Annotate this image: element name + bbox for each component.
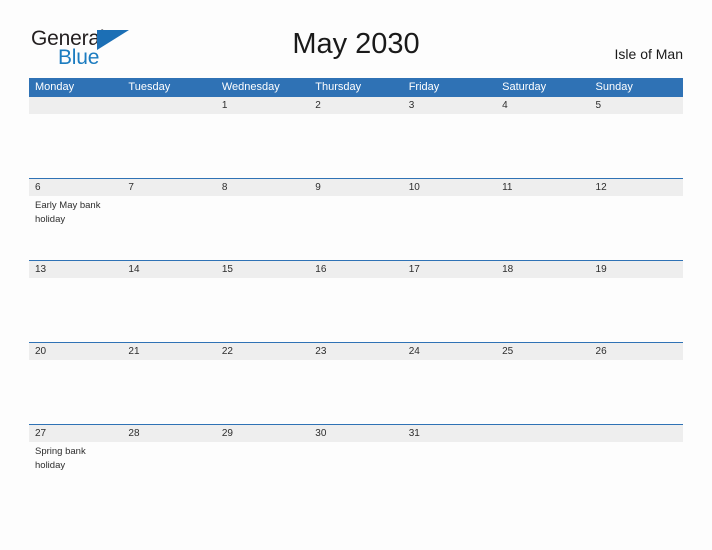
calendar-week-row: 6 Early May bank holiday 7 8 9 10 11 12 xyxy=(29,178,683,260)
calendar-day-cell[interactable]: 4 xyxy=(496,97,589,178)
calendar-day-cell[interactable]: 15 xyxy=(216,261,309,342)
day-number: 12 xyxy=(595,182,607,193)
day-number: 7 xyxy=(128,182,134,193)
calendar-day-cell[interactable]: 12 xyxy=(590,179,683,260)
page-title: May 2030 xyxy=(292,28,420,60)
day-number: 16 xyxy=(315,264,327,275)
day-number: 2 xyxy=(315,100,321,111)
day-number: 15 xyxy=(221,264,233,275)
calendar-day-cell-empty xyxy=(29,97,122,178)
day-number: 3 xyxy=(408,100,415,111)
day-number: 6 xyxy=(35,182,41,193)
calendar-day-cell[interactable]: 5 xyxy=(590,97,683,178)
calendar-day-cell[interactable]: 20 xyxy=(29,343,122,424)
weekday-header-thursday: Thursday xyxy=(315,81,362,93)
day-number: 1 xyxy=(221,100,228,111)
day-number: 31 xyxy=(408,428,420,439)
calendar-day-cell[interactable]: 19 xyxy=(590,261,683,342)
calendar-day-cell[interactable]: 27 Spring bank holiday xyxy=(29,425,122,506)
day-number: 26 xyxy=(595,346,607,357)
calendar-day-cell[interactable]: 24 xyxy=(403,343,496,424)
day-number: 17 xyxy=(408,264,420,275)
day-number: 14 xyxy=(128,264,140,275)
calendar-day-cell-empty xyxy=(590,425,683,506)
day-number: 18 xyxy=(502,264,514,275)
day-number: 20 xyxy=(35,346,47,357)
weekday-header-saturday: Saturday xyxy=(502,81,547,93)
day-number: 8 xyxy=(221,182,228,193)
calendar-day-cell-empty xyxy=(122,97,215,178)
calendar-day-cell[interactable]: 17 xyxy=(403,261,496,342)
calendar-page: General Blue May 2030 Isle of Man Monday… xyxy=(0,0,712,550)
location-label: Isle of Man xyxy=(614,46,683,62)
calendar-day-cell[interactable]: 28 xyxy=(122,425,215,506)
weekday-header-friday: Friday xyxy=(408,81,440,93)
calendar-day-cell[interactable]: 14 xyxy=(122,261,215,342)
day-number: 21 xyxy=(128,346,140,357)
calendar-day-cell[interactable]: 3 xyxy=(403,97,496,178)
weekday-header-row: Monday Tuesday Wednesday Thursday Friday… xyxy=(29,78,683,97)
calendar-day-cell[interactable]: 31 xyxy=(403,425,496,506)
calendar-day-cell[interactable]: 10 xyxy=(403,179,496,260)
calendar-week-row: 20 21 22 23 24 25 26 xyxy=(29,342,683,424)
calendar-week-row: 1 2 3 4 5 xyxy=(29,97,683,178)
calendar-day-cell[interactable]: 7 xyxy=(122,179,215,260)
calendar-day-cell[interactable]: 16 xyxy=(309,261,402,342)
day-number: 5 xyxy=(595,100,602,111)
calendar-day-cell[interactable]: 25 xyxy=(496,343,589,424)
holiday-event-label: Early May bank holiday xyxy=(35,200,101,225)
page-header: General Blue May 2030 Isle of Man xyxy=(0,0,712,68)
calendar-day-cell[interactable]: 6 Early May bank holiday xyxy=(29,179,122,260)
calendar-day-cell[interactable]: 26 xyxy=(590,343,683,424)
calendar-day-cell[interactable]: 18 xyxy=(496,261,589,342)
calendar-week-row: 27 Spring bank holiday 28 29 30 31 xyxy=(29,424,683,506)
day-number: 30 xyxy=(315,428,327,439)
weekday-header-sunday: Sunday xyxy=(595,81,633,93)
weekday-header-wednesday: Wednesday xyxy=(221,81,280,93)
day-number: 11 xyxy=(502,182,513,193)
day-events: Early May bank holiday xyxy=(35,196,117,226)
day-number: 22 xyxy=(221,346,233,357)
day-number: 29 xyxy=(221,428,233,439)
month-calendar-grid: Monday Tuesday Wednesday Thursday Friday… xyxy=(29,78,683,506)
day-number: 9 xyxy=(315,182,321,193)
day-number: 13 xyxy=(35,264,47,275)
calendar-day-cell-empty xyxy=(496,425,589,506)
calendar-day-cell[interactable]: 21 xyxy=(122,343,215,424)
calendar-day-cell[interactable]: 22 xyxy=(216,343,309,424)
day-number: 4 xyxy=(502,100,508,111)
day-number: 25 xyxy=(502,346,514,357)
weekday-header-tuesday: Tuesday xyxy=(128,81,171,93)
calendar-day-cell[interactable]: 9 xyxy=(309,179,402,260)
day-number: 24 xyxy=(408,346,420,357)
calendar-day-cell[interactable]: 23 xyxy=(309,343,402,424)
calendar-day-cell[interactable]: 8 xyxy=(216,179,309,260)
calendar-day-cell[interactable]: 1 xyxy=(216,97,309,178)
holiday-event-label: Spring bank holiday xyxy=(35,446,86,471)
calendar-day-cell[interactable]: 30 xyxy=(309,425,402,506)
day-number: 19 xyxy=(595,264,607,275)
calendar-week-row: 13 14 15 16 17 18 19 xyxy=(29,260,683,342)
calendar-day-cell[interactable]: 13 xyxy=(29,261,122,342)
calendar-day-cell[interactable]: 11 xyxy=(496,179,589,260)
day-number: 27 xyxy=(35,428,47,439)
weekday-header-monday: Monday xyxy=(35,81,75,93)
day-events: Spring bank holiday xyxy=(35,442,117,472)
calendar-weeks: 1 2 3 4 5 6 Early May bank holiday 7 8 9 10 11 12 13 1… xyxy=(29,97,683,506)
calendar-day-cell[interactable]: 29 xyxy=(216,425,309,506)
day-number: 10 xyxy=(408,182,420,193)
calendar-day-cell[interactable]: 2 xyxy=(309,97,402,178)
day-number: 23 xyxy=(315,346,327,357)
day-number: 28 xyxy=(128,428,140,439)
